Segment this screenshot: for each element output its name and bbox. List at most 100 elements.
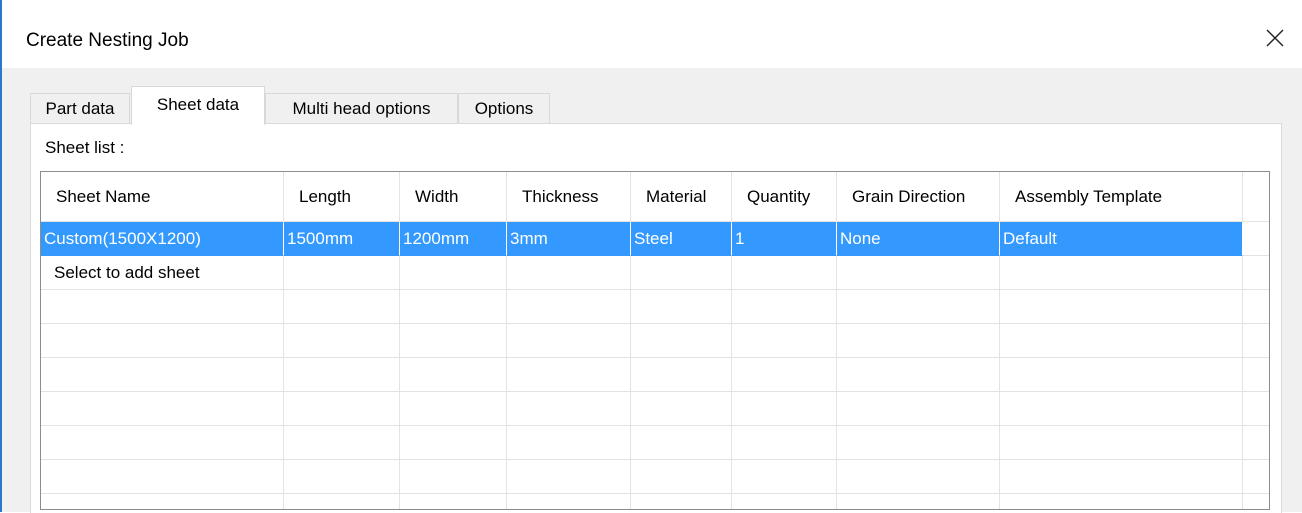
empty-cell [284,392,400,426]
column-header-length[interactable]: Length [284,172,400,222]
empty-cell[interactable] [284,256,400,290]
cell-material[interactable]: Steel [631,222,732,256]
empty-cell [400,494,507,509]
empty-cell [507,392,631,426]
tab-sheet-data[interactable]: Sheet data [131,86,265,125]
column-header-sheet-name[interactable]: Sheet Name [41,172,284,222]
add-sheet-row[interactable]: Select to add sheet [41,256,1243,290]
empty-cell [507,460,631,494]
row-filler [1243,324,1269,358]
empty-cell [284,494,400,509]
empty-cell [1000,494,1243,509]
empty-cell[interactable] [631,256,732,290]
empty-row [41,324,1243,358]
empty-cell [400,460,507,494]
empty-cell [631,426,732,460]
header-filler [1243,172,1269,222]
empty-cell [1000,290,1243,324]
empty-row [41,460,1243,494]
window-accent-edge [0,0,2,512]
empty-cell[interactable] [400,256,507,290]
empty-row [41,358,1243,392]
dialog-title: Create Nesting Job [26,30,189,51]
empty-cell [1000,460,1243,494]
empty-cell [284,358,400,392]
empty-row [41,290,1243,324]
empty-cell [732,324,837,358]
column-header-material[interactable]: Material [631,172,732,222]
empty-cell [507,290,631,324]
empty-cell [732,426,837,460]
close-button[interactable] [1252,18,1298,58]
empty-cell [1000,392,1243,426]
sheet-list-grid[interactable]: Sheet Name Length Width Thickness Materi… [40,171,1270,510]
empty-cell [732,392,837,426]
cell-width[interactable]: 1200mm [400,222,507,256]
sheet-data-panel: Sheet list : Sheet Name Length Width Thi… [30,123,1282,513]
empty-cell [631,494,732,509]
empty-cell [41,358,284,392]
cell-length[interactable]: 1500mm [284,222,400,256]
empty-cell [732,494,837,509]
empty-cell [507,358,631,392]
empty-cell [284,426,400,460]
empty-cell [41,494,284,509]
empty-cell [1000,426,1243,460]
empty-cell [837,460,1000,494]
column-header-quantity[interactable]: Quantity [732,172,837,222]
cell-sheet-name[interactable]: Custom(1500X1200) [41,222,284,256]
empty-cell [1000,358,1243,392]
empty-cell[interactable] [507,256,631,290]
empty-cell [41,324,284,358]
row-filler [1243,460,1269,494]
empty-cell [837,426,1000,460]
column-header-width[interactable]: Width [400,172,507,222]
empty-cell [400,324,507,358]
empty-cell[interactable] [1000,256,1243,290]
empty-cell [41,426,284,460]
close-icon [1266,29,1284,47]
tab-part-data[interactable]: Part data [30,93,130,123]
cell-assembly-template[interactable]: Default [1000,222,1243,256]
empty-cell [837,358,1000,392]
empty-cell [284,290,400,324]
empty-cell [837,494,1000,509]
empty-cell [631,290,732,324]
empty-row [41,392,1243,426]
title-bar: Create Nesting Job [2,0,1302,68]
add-sheet-cell[interactable]: Select to add sheet [41,256,284,290]
empty-cell [732,358,837,392]
row-filler [1243,222,1269,256]
dialog-window: Create Nesting Job Part data Sheet data … [0,0,1302,513]
table-row[interactable]: Custom(1500X1200) 1500mm 1200mm 3mm Stee… [41,222,1243,256]
empty-cell [41,460,284,494]
empty-cell [507,426,631,460]
cell-quantity[interactable]: 1 [732,222,837,256]
empty-row [41,426,1243,460]
row-filler [1243,426,1269,460]
tab-multi-head-options[interactable]: Multi head options [265,93,458,123]
column-header-grain-direction[interactable]: Grain Direction [837,172,1000,222]
empty-cell [631,460,732,494]
row-filler [1243,358,1269,392]
empty-cell [837,392,1000,426]
row-filler [1243,392,1269,426]
empty-cell [284,460,400,494]
column-header-assembly-template[interactable]: Assembly Template [1000,172,1243,222]
empty-cell [631,392,732,426]
grid-header-row: Sheet Name Length Width Thickness Materi… [41,172,1243,222]
tab-options[interactable]: Options [458,93,550,123]
empty-cell [284,324,400,358]
empty-cell[interactable] [732,256,837,290]
empty-cell [507,494,631,509]
empty-cell [631,358,732,392]
empty-cell [400,358,507,392]
empty-cell [400,426,507,460]
empty-cell [400,290,507,324]
column-header-thickness[interactable]: Thickness [507,172,631,222]
empty-cell[interactable] [837,256,1000,290]
empty-cell [1000,324,1243,358]
empty-cell [837,324,1000,358]
cell-thickness[interactable]: 3mm [507,222,631,256]
cell-grain-direction[interactable]: None [837,222,1000,256]
